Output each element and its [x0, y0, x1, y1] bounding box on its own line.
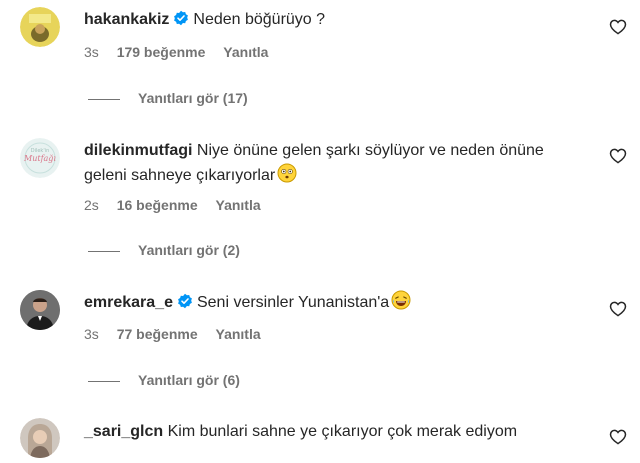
reply-button[interactable]: Yanıtla	[216, 326, 261, 342]
avatar[interactable]	[20, 418, 60, 458]
laughing-tears-emoji-icon	[391, 290, 411, 318]
avatar[interactable]	[20, 7, 60, 47]
like-heart-icon[interactable]	[609, 147, 627, 165]
like-heart-icon[interactable]	[609, 300, 627, 318]
verified-badge-icon	[173, 10, 189, 34]
comment-username[interactable]: dilekinmutfagi	[84, 142, 192, 159]
likes-count[interactable]: 179 beğenme	[117, 44, 206, 60]
view-replies-button[interactable]: Yanıtları gör (17)	[88, 89, 248, 107]
divider	[88, 380, 120, 382]
reply-button[interactable]: Yanıtla	[223, 44, 268, 60]
comment-time[interactable]: 2s	[84, 197, 99, 213]
svg-text:Mutfağı: Mutfağı	[23, 154, 56, 163]
divider	[88, 250, 120, 252]
divider	[88, 98, 120, 100]
comment-text: Seni versinler Yunanistan'a	[196, 294, 390, 311]
like-heart-icon[interactable]	[609, 428, 627, 446]
flushed-face-emoji-icon	[277, 163, 297, 191]
avatar[interactable]	[20, 290, 60, 330]
view-replies-button[interactable]: Yanıtları gör (2)	[88, 241, 240, 259]
comment-text: Kim bunlari sahne ye çıkarıyor çok merak…	[167, 423, 518, 440]
comment-username[interactable]: emrekara_e	[84, 294, 173, 311]
reply-button[interactable]: Yanıtla	[216, 197, 261, 213]
comment-time[interactable]: 3s	[84, 326, 99, 342]
comments-panel: hakankakiz Neden böğürüyo ? 3s 179 beğenm…	[0, 0, 640, 463]
comment-username[interactable]: hakankakiz	[84, 11, 169, 28]
svg-text:Dilek'in: Dilek'in	[31, 148, 50, 154]
likes-count[interactable]: 77 beğenme	[117, 326, 198, 342]
comment-time[interactable]: 3s	[84, 44, 99, 60]
likes-count[interactable]: 16 beğenme	[117, 197, 198, 213]
verified-badge-icon	[177, 293, 193, 317]
view-replies-button[interactable]: Yanıtları gör (6)	[88, 371, 240, 389]
avatar[interactable]: Mutfağı Dilek'in	[20, 138, 60, 178]
comment-text: Neden böğürüyo ?	[193, 11, 326, 28]
comment-username[interactable]: _sari_glcn	[84, 423, 163, 440]
like-heart-icon[interactable]	[609, 18, 627, 36]
